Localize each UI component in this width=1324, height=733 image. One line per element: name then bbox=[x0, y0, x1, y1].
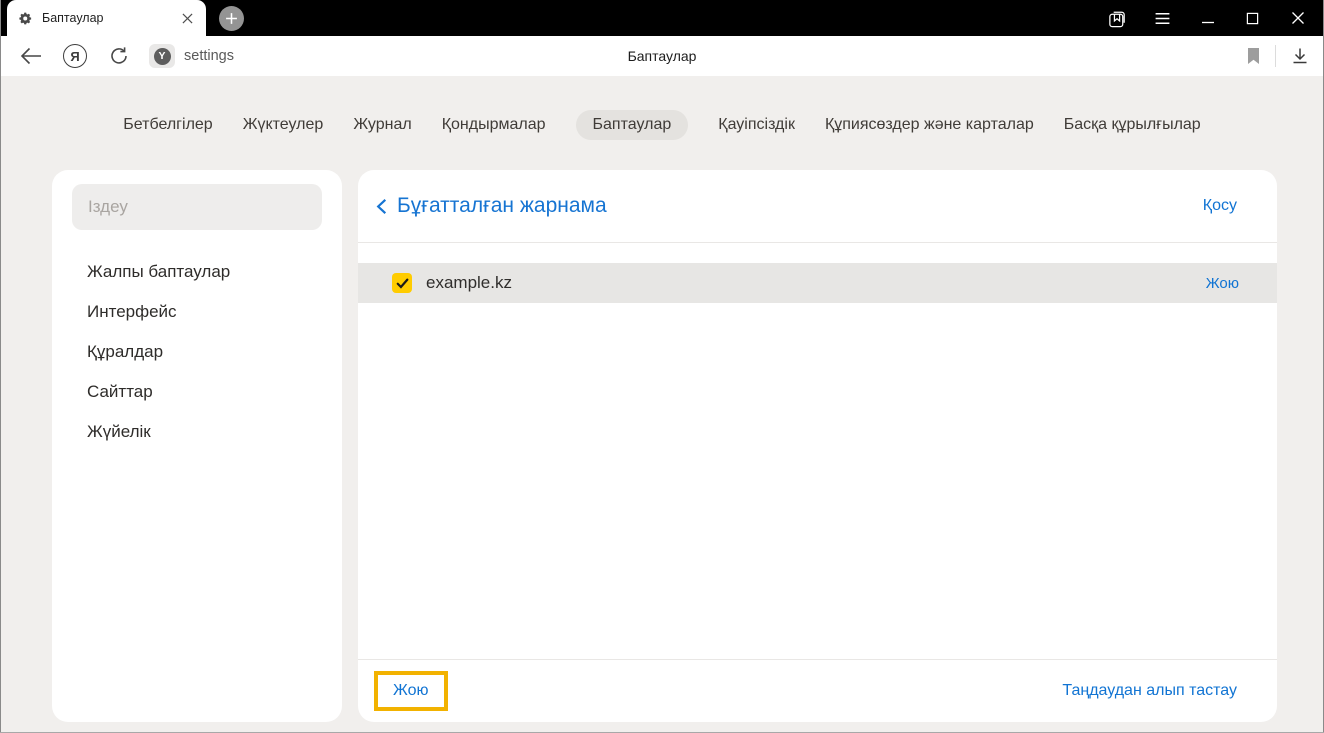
settings-nav-tabs: Бетбелгілер Жүктеулер Журнал Қондырмалар… bbox=[0, 110, 1324, 140]
delete-button-highlight[interactable]: Жою bbox=[374, 671, 448, 711]
yandex-logo[interactable]: Я bbox=[63, 44, 87, 68]
tab-close-icon[interactable] bbox=[179, 10, 195, 26]
gear-icon bbox=[18, 11, 33, 26]
page-title: Баптаулар bbox=[627, 48, 697, 64]
header-divider bbox=[358, 242, 1277, 243]
delete-button[interactable]: Жою bbox=[393, 682, 429, 699]
row-remove-link[interactable]: Жою bbox=[1206, 275, 1239, 292]
tab-downloads[interactable]: Жүктеулер bbox=[243, 110, 324, 140]
bookmark-icon[interactable] bbox=[1246, 47, 1261, 65]
back-chevron-icon[interactable] bbox=[372, 197, 390, 215]
toolbar-divider bbox=[1275, 45, 1276, 67]
browser-tab-settings[interactable]: Баптаулар bbox=[7, 0, 206, 36]
browser-toolbar: Я Y settings Баптаулар bbox=[0, 36, 1324, 76]
add-link[interactable]: Қосу bbox=[1203, 197, 1237, 215]
row-domain: example.kz bbox=[426, 273, 512, 292]
tab-security[interactable]: Қауіпсіздік bbox=[718, 110, 795, 140]
window-border-left bbox=[0, 0, 1, 733]
protect-badge-icon[interactable]: Y bbox=[149, 44, 175, 68]
deselect-link[interactable]: Таңдаудан алып тастау bbox=[1062, 682, 1237, 700]
new-tab-button[interactable] bbox=[219, 6, 244, 31]
plus-icon bbox=[225, 12, 238, 25]
tab-other-devices[interactable]: Басқа құрылғылар bbox=[1064, 110, 1201, 140]
tab-title: Баптаулар bbox=[42, 11, 104, 25]
blocked-ads-panel: Бұғатталған жарнама Қосу example.kz Жою … bbox=[358, 170, 1277, 722]
row-checkbox[interactable] bbox=[392, 273, 412, 293]
sidebar-item-tools[interactable]: Құралдар bbox=[52, 332, 342, 372]
browser-tab-bar: Баптаулар bbox=[0, 0, 1324, 36]
tab-history[interactable]: Журнал bbox=[353, 110, 411, 140]
close-icon[interactable] bbox=[1275, 0, 1320, 36]
tab-bookmarks[interactable]: Бетбелгілер bbox=[123, 110, 212, 140]
tab-passwords[interactable]: Құпиясөздер және карталар bbox=[825, 110, 1034, 140]
back-icon[interactable] bbox=[19, 47, 43, 65]
panel-footer: Жою Таңдаудан алып тастау bbox=[358, 660, 1277, 722]
sidebar-item-interface[interactable]: Интерфейс bbox=[52, 292, 342, 332]
sidebar-item-sites[interactable]: Сайттар bbox=[52, 372, 342, 412]
panel-title: Бұғатталған жарнама bbox=[397, 194, 607, 217]
sidebar-item-system[interactable]: Жүйелік bbox=[52, 412, 342, 452]
maximize-icon[interactable] bbox=[1230, 0, 1275, 36]
blocked-site-row[interactable]: example.kz Жою bbox=[358, 263, 1277, 303]
tab-settings[interactable]: Баптаулар bbox=[575, 110, 689, 140]
download-icon[interactable] bbox=[1290, 46, 1310, 66]
url-text[interactable]: settings bbox=[184, 48, 234, 64]
refresh-icon[interactable] bbox=[108, 46, 130, 66]
panel-header: Бұғатталған жарнама Қосу bbox=[358, 170, 1277, 242]
menu-icon[interactable] bbox=[1140, 0, 1185, 36]
tab-extensions[interactable]: Қондырмалар bbox=[442, 110, 546, 140]
settings-sidebar: Жалпы баптаулар Интерфейс Құралдар Сайтт… bbox=[52, 170, 342, 722]
settings-page: Бетбелгілер Жүктеулер Журнал Қондырмалар… bbox=[0, 76, 1324, 733]
search-input[interactable] bbox=[72, 184, 322, 230]
side-panel-icon[interactable] bbox=[1095, 0, 1140, 36]
sidebar-item-general[interactable]: Жалпы баптаулар bbox=[52, 252, 342, 292]
minimize-icon[interactable] bbox=[1185, 0, 1230, 36]
